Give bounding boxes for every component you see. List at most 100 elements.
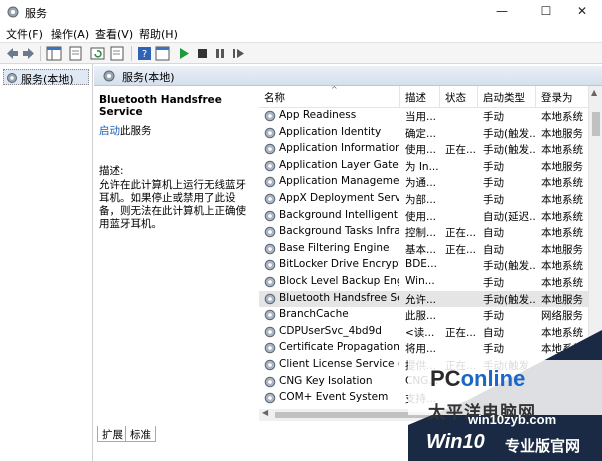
- service-gear-icon: [264, 193, 276, 205]
- service-row[interactable]: Base Filtering Engine 基本... 正在... 自动 本地服务: [259, 241, 589, 258]
- service-desc-cell: CNG...: [405, 374, 439, 387]
- pause-service-icon[interactable]: [212, 46, 228, 61]
- service-status-cell: [445, 175, 477, 190]
- console-icon[interactable]: [155, 46, 171, 61]
- column-status[interactable]: 状态: [440, 86, 478, 108]
- vertical-scroll-thumb[interactable]: [592, 112, 600, 136]
- service-startup-cell: 手动: [483, 177, 504, 190]
- back-arrow-icon[interactable]: [4, 46, 20, 61]
- service-row[interactable]: AppX Deployment Servic... 为部... 手动 本地系统: [259, 191, 589, 208]
- svg-text:?: ?: [142, 49, 147, 60]
- service-row[interactable]: Background Intelligent T... 使用... 自动(延迟...…: [259, 208, 589, 225]
- start-service-line: 启动此服务: [99, 123, 152, 138]
- start-service-icon[interactable]: [176, 46, 192, 61]
- service-name-cell: BranchCache: [279, 308, 349, 321]
- service-gear-icon: [264, 127, 276, 138]
- service-row[interactable]: CDPUserSvc_4bd9d <读... 正在... 自动 本地系统: [259, 324, 589, 341]
- service-gear-icon: [264, 293, 276, 304]
- service-details: Bluetooth Handsfree Service 启动此服务 描述: 允许…: [94, 86, 257, 426]
- service-row[interactable]: Background Tasks Infras... 控制... 正在... 自动 本地…: [259, 224, 589, 241]
- column-logon-as[interactable]: 登录为: [536, 86, 596, 108]
- service-name-cell: Application Management: [279, 175, 399, 188]
- help-icon[interactable]: ?: [137, 46, 153, 61]
- service-name-cell: CNG Key Isolation: [279, 374, 373, 387]
- export-list-icon[interactable]: [110, 46, 126, 61]
- services-list: 名称 ^ 描述 状态 启动类型 登录为 App Readiness 当用... 手动…: [259, 86, 602, 417]
- service-startup-cell: 手动(触发...: [483, 127, 535, 140]
- service-status-cell: [445, 391, 477, 406]
- service-row[interactable]: Bluetooth Handsfree Ser... 允许... 手动(触发... 本…: [259, 290, 589, 308]
- scroll-up-arrow-icon[interactable]: ▲: [591, 88, 597, 97]
- service-status-cell: 正在...: [445, 360, 477, 372]
- service-name-cell: App Readiness: [279, 109, 357, 121]
- horizontal-scroll-thumb[interactable]: [275, 412, 450, 418]
- service-status-cell: [445, 275, 477, 290]
- service-logon-cell: 本地系统: [541, 360, 583, 372]
- service-logon-cell: 本地系统: [541, 144, 583, 157]
- title-bar: 服务 — ☐ ✕: [0, 0, 602, 24]
- service-gear-icon: [264, 177, 276, 188]
- service-startup-cell: 手动: [483, 310, 504, 323]
- menu-view[interactable]: 查看(V): [95, 26, 133, 42]
- restart-service-icon[interactable]: [230, 46, 246, 61]
- horizontal-scrollbar[interactable]: ◀: [259, 408, 602, 421]
- service-row[interactable]: Application Management 为通... 手动 本地系统: [259, 174, 589, 191]
- service-logon-cell: 本地系统: [541, 177, 583, 190]
- stop-service-icon[interactable]: [194, 46, 210, 61]
- maximize-button[interactable]: ☐: [526, 0, 566, 24]
- service-row[interactable]: Certificate Propagation 将用... 手动 本地系统: [259, 340, 589, 357]
- service-logon-cell: [541, 375, 589, 390]
- description-label: 描述:: [99, 165, 124, 177]
- scroll-left-arrow-icon[interactable]: ◀: [262, 408, 268, 417]
- service-row[interactable]: BitLocker Drive Encryptio... BDE... 手动(触发.…: [259, 257, 589, 274]
- service-row[interactable]: BranchCache 此服... 手动 网络服务: [259, 307, 589, 324]
- close-button[interactable]: ✕: [562, 0, 602, 24]
- service-name-cell: CDPUserSvc_4bd9d: [279, 324, 382, 337]
- column-header-row: 名称 ^ 描述 状态 启动类型 登录为: [259, 86, 602, 108]
- service-desc-cell: 使用...: [405, 144, 437, 157]
- service-desc-cell: 使用...: [405, 210, 437, 223]
- service-gear-icon: [264, 260, 276, 271]
- service-logon-cell: 本地系统: [541, 210, 583, 223]
- service-logon-cell: 本地系统: [541, 227, 583, 240]
- minimize-button[interactable]: —: [482, 0, 522, 24]
- service-desc-cell: 将用...: [405, 343, 437, 356]
- tab-extended[interactable]: 扩展: [97, 426, 128, 442]
- service-status-cell: [445, 209, 477, 224]
- menu-file[interactable]: 文件(F): [6, 26, 43, 42]
- service-logon-cell: 本地服务: [541, 160, 583, 173]
- service-row[interactable]: Application Identity 确定... 手动(触发... 本地服务: [259, 125, 589, 142]
- tree-item-services-local[interactable]: 服务(本地): [3, 69, 89, 86]
- service-desc-cell: 此服...: [405, 310, 437, 323]
- service-status-cell: [445, 159, 477, 174]
- service-desc-cell: 为 In...: [405, 160, 439, 173]
- column-name[interactable]: 名称 ^: [259, 86, 400, 108]
- service-row[interactable]: COM+ Event System 支持...: [259, 390, 589, 407]
- service-row[interactable]: Application Information 使用... 正在... 手动(触发..…: [259, 141, 589, 158]
- services-gear-icon: [7, 73, 17, 83]
- column-description[interactable]: 描述: [400, 86, 440, 108]
- refresh-icon[interactable]: [90, 46, 106, 61]
- menu-help[interactable]: 帮助(H): [139, 26, 178, 42]
- service-gear-icon: [264, 210, 276, 221]
- services-gear-icon: [7, 6, 19, 18]
- forward-arrow-icon[interactable]: [21, 46, 37, 61]
- service-desc-cell: 当用...: [405, 111, 437, 123]
- service-row[interactable]: Application Layer Gatewa... 为 In... 手动 本地服务: [259, 158, 589, 175]
- column-startup-type[interactable]: 启动类型: [478, 86, 536, 108]
- service-startup-cell: 手动: [483, 194, 504, 206]
- service-startup-cell: 自动: [483, 326, 504, 339]
- service-row[interactable]: Block Level Backup Engi... Win... 手动 本地系统: [259, 274, 589, 291]
- properties-icon[interactable]: [68, 46, 84, 61]
- service-logon-cell: 本地系统: [541, 326, 583, 339]
- tab-standard[interactable]: 标准: [125, 426, 156, 442]
- service-name-cell: Client License Service (Cli...: [279, 358, 399, 370]
- vertical-scrollbar[interactable]: ▲: [588, 86, 602, 395]
- service-row[interactable]: CNG Key Isolation CNG...: [259, 374, 589, 391]
- start-service-link[interactable]: 启动: [99, 125, 120, 137]
- show-tree-icon[interactable]: [46, 46, 62, 61]
- service-startup-cell: [483, 375, 535, 390]
- service-row[interactable]: App Readiness 当用... 手动 本地系统: [259, 108, 589, 125]
- menu-action[interactable]: 操作(A): [51, 26, 89, 42]
- service-row[interactable]: Client License Service (Cli... 提供... 正在...…: [259, 357, 589, 374]
